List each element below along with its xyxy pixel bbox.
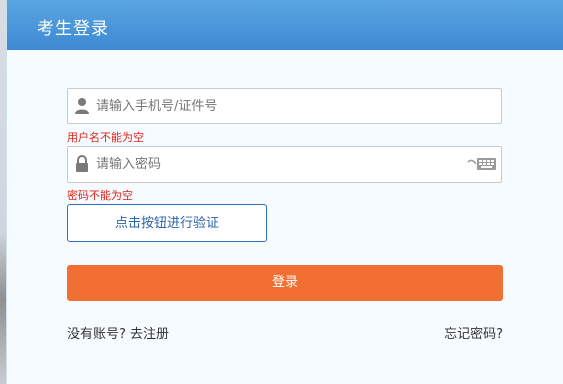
username-input[interactable] bbox=[96, 89, 456, 123]
password-error: 密码不能为空 bbox=[67, 189, 133, 202]
page-title: 考生登录 bbox=[37, 19, 109, 39]
username-error: 用户名不能为空 bbox=[67, 131, 144, 144]
login-panel: 考生登录 用户名不能为空 bbox=[6, 0, 563, 384]
password-field[interactable] bbox=[67, 146, 502, 183]
no-account-text: 没有账号? bbox=[67, 327, 126, 342]
verify-button[interactable]: 点击按钮进行验证 bbox=[67, 204, 267, 242]
password-input[interactable] bbox=[96, 147, 456, 181]
user-icon bbox=[74, 97, 90, 115]
login-button[interactable]: 登录 bbox=[67, 265, 503, 301]
username-field[interactable] bbox=[67, 88, 502, 124]
lock-icon bbox=[74, 155, 90, 173]
register-link[interactable]: 去注册 bbox=[130, 327, 169, 342]
forgot-password-link[interactable]: 忘记密码? bbox=[444, 323, 503, 342]
keyboard-icon[interactable] bbox=[467, 156, 497, 172]
login-header: 考生登录 bbox=[7, 0, 563, 50]
register-prompt: 没有账号? 去注册 bbox=[67, 323, 169, 342]
